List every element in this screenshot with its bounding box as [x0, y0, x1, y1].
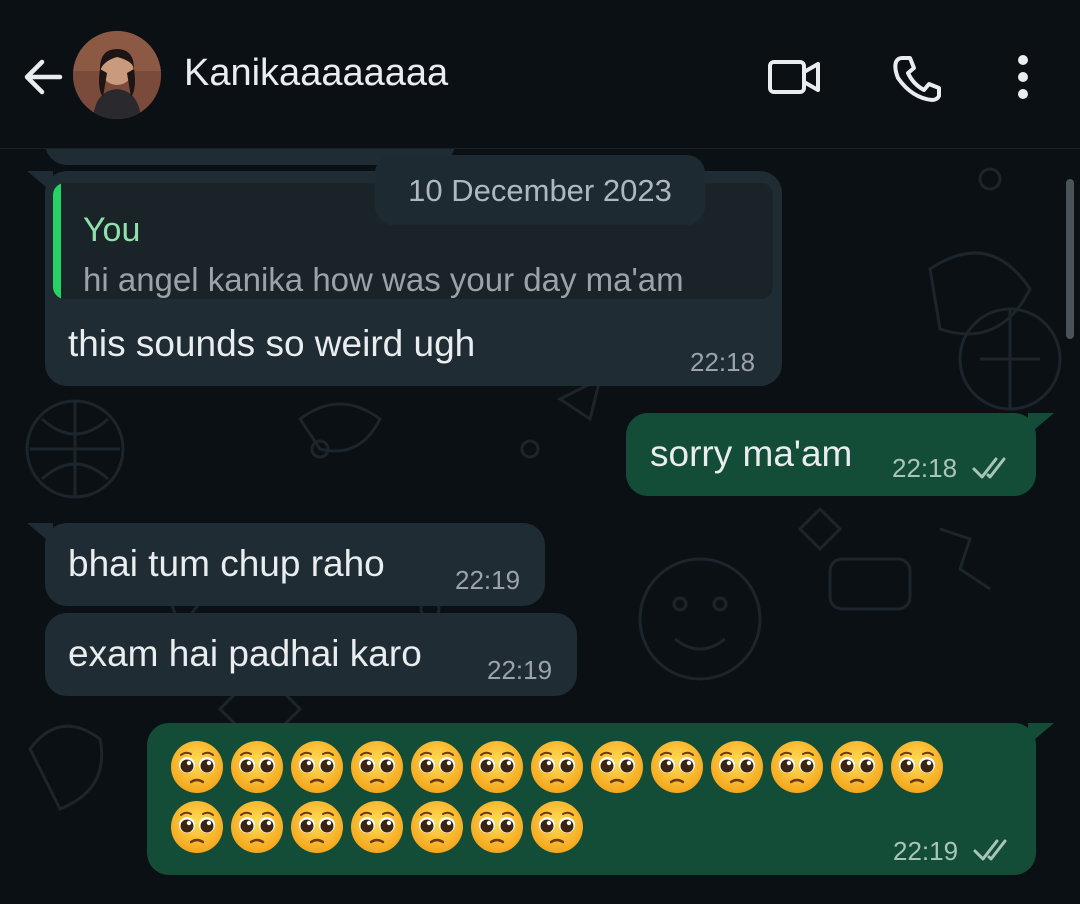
message-text: exam hai padhai karo: [68, 633, 422, 674]
date-label: 10 December 2023: [408, 173, 672, 208]
quote-text: hi angel kanika how was your day ma'am: [83, 261, 684, 298]
scrollbar[interactable]: [1066, 179, 1074, 339]
pleading-face-emoji: [471, 801, 523, 853]
video-call-icon[interactable]: [766, 52, 822, 102]
bubble-tail: [1028, 413, 1054, 435]
message-text: this sounds so weird ugh: [68, 323, 476, 364]
pleading-face-emoji: [891, 741, 943, 793]
message-time: 22:19: [893, 836, 959, 866]
date-separator: 10 December 2023: [375, 155, 705, 225]
pleading-face-emoji: [291, 801, 343, 853]
bubble-tail: [27, 523, 53, 545]
message-time: 22:19: [455, 565, 521, 595]
message-time: 22:18: [892, 453, 958, 483]
pleading-face-emoji: [171, 741, 223, 793]
bubble-tail: [1028, 723, 1054, 745]
pleading-face-emoji: [711, 741, 763, 793]
pleading-face-emoji: [291, 741, 343, 793]
pleading-face-emoji: [531, 741, 583, 793]
pleading-face-emoji: [651, 741, 703, 793]
pleading-face-emoji: [531, 801, 583, 853]
back-arrow-icon[interactable]: [18, 52, 68, 102]
pleading-face-emoji: [351, 741, 403, 793]
pleading-face-emoji: [471, 741, 523, 793]
emoji-row: [169, 739, 945, 799]
pleading-face-emoji: [591, 741, 643, 793]
pleading-face-emoji: [351, 801, 403, 853]
emoji-row: [169, 799, 585, 859]
message-bubble-incoming[interactable]: exam hai padhai karo 22:19: [45, 613, 577, 696]
more-options-icon[interactable]: [1000, 52, 1046, 102]
message-bubble-incoming[interactable]: bhai tum chup raho 22:19: [27, 523, 545, 606]
pleading-face-emoji: [831, 741, 883, 793]
quote-accent-bar: [53, 183, 61, 299]
message-text: sorry ma'am: [650, 433, 853, 474]
quote-author: You: [83, 211, 141, 249]
bubble-tail: [27, 171, 53, 193]
read-receipt-icon: [972, 457, 1006, 479]
read-receipt-icon: [973, 839, 1007, 861]
pleading-face-emoji: [771, 741, 823, 793]
message-bubble-outgoing[interactable]: sorry ma'am 22:18: [626, 413, 1054, 496]
pleading-face-emoji: [231, 801, 283, 853]
chat-area[interactable]: You hi angel kanika how was your day ma'…: [0, 149, 1080, 904]
pleading-face-emoji: [231, 741, 283, 793]
message-text: bhai tum chup raho: [68, 543, 385, 584]
message-bubble-outgoing[interactable]: 22:19: [147, 723, 1054, 875]
pleading-face-emoji: [171, 801, 223, 853]
phone-icon[interactable]: [890, 52, 946, 102]
pleading-face-emoji: [411, 801, 463, 853]
contact-name[interactable]: Kanikaaaaaaaa: [184, 52, 448, 95]
pleading-face-emoji: [411, 741, 463, 793]
avatar[interactable]: [73, 31, 161, 119]
message-time: 22:19: [487, 655, 553, 685]
chat-header: Kanikaaaaaaaa: [0, 0, 1080, 149]
message-time: 22:18: [690, 347, 756, 377]
